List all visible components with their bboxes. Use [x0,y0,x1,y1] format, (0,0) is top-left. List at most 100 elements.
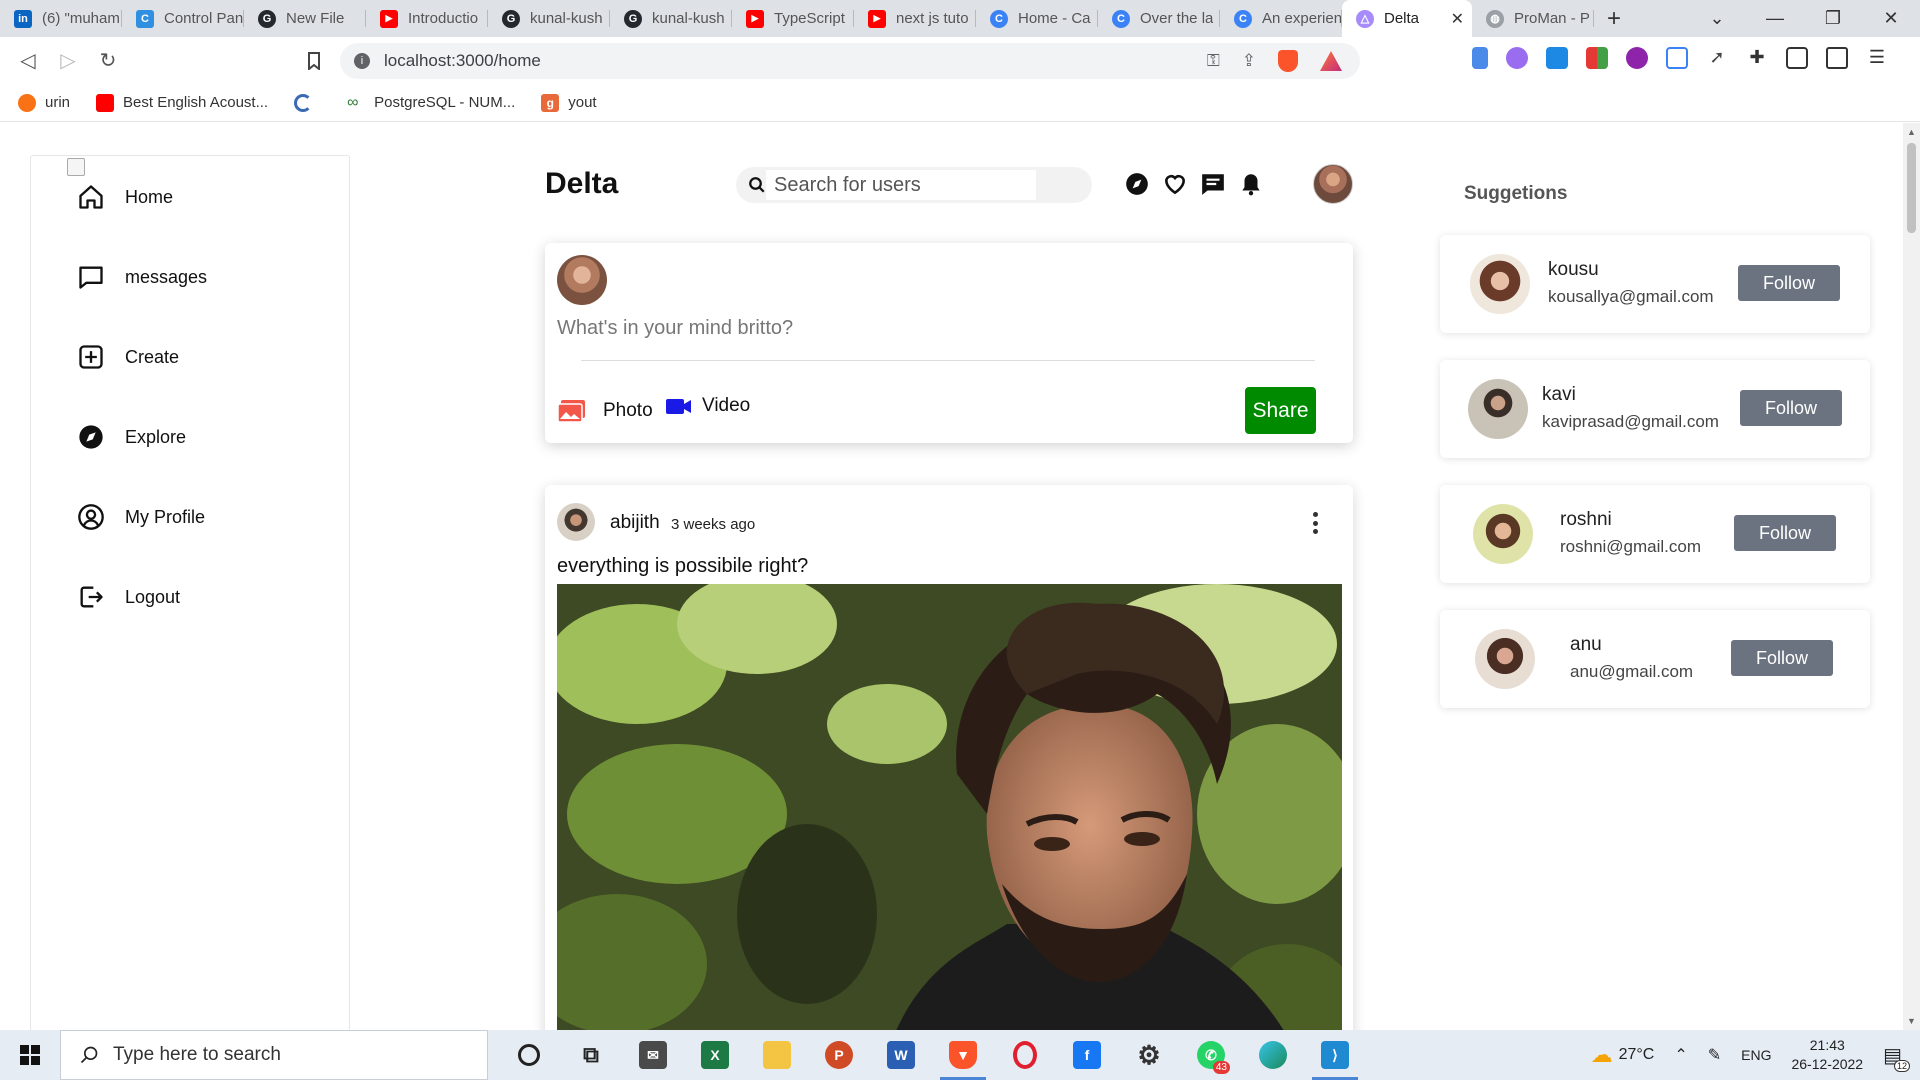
suggestion-name[interactable]: roshni [1560,509,1612,531]
suggestion-avatar[interactable] [1470,254,1530,314]
bookmark-item[interactable]: ∞ PostgreSQL - NUM... [347,94,515,112]
paint-ext-icon[interactable] [1506,47,1528,69]
follow-button[interactable]: Follow [1734,515,1836,551]
follow-button[interactable]: Follow [1731,640,1833,676]
new-tab-button[interactable]: + [1594,0,1634,37]
browser-tab[interactable]: in (6) "muham [0,0,122,37]
bookmark-item[interactable]: Best English Acoust... [96,93,268,112]
share-button[interactable]: Share [1245,387,1316,434]
suggestion-avatar[interactable] [1468,379,1528,439]
whatsapp-icon[interactable]: ✆ 43 [1180,1030,1242,1080]
brave-rewards-icon[interactable]: 2 [1320,51,1342,71]
heart-icon[interactable] [1162,171,1188,197]
sidebar-item-messages[interactable]: messages [77,260,207,294]
chat-icon[interactable] [1200,171,1226,197]
app-logo[interactable]: Delta [545,167,618,201]
share-icon[interactable]: ⇪ [1242,51,1256,71]
browser-tab[interactable]: G New File [244,0,366,37]
suggestion-name[interactable]: kavi [1542,384,1576,406]
language-indicator[interactable]: ENG [1741,1047,1771,1063]
menu-icon[interactable]: ☰ [1866,47,1888,69]
suggestion-name[interactable]: anu [1570,634,1602,656]
chevron-up-icon[interactable]: ⌃ [1674,1045,1687,1065]
sidebar-item-explore[interactable]: Explore [77,420,186,454]
taskbar-clock[interactable]: 21:43 26-12-2022 [1791,1036,1863,1074]
wallet-icon[interactable] [1826,47,1848,69]
file-explorer-icon[interactable] [746,1030,808,1080]
sidebar-item-create[interactable]: Create [77,340,179,374]
cortana-icon[interactable] [498,1030,560,1080]
scroll-up-icon[interactable]: ▲ [1907,127,1916,137]
wallet-ext-icon[interactable] [1472,47,1488,69]
post-author-name[interactable]: abijith [610,512,660,534]
grid-ext-icon[interactable] [1586,47,1608,69]
mail-icon[interactable]: ✉ [622,1030,684,1080]
suggestion-avatar[interactable] [1473,504,1533,564]
suggestion-name[interactable]: kousu [1548,259,1599,281]
post-menu-icon[interactable] [1309,509,1321,537]
download-ext-icon[interactable] [1546,47,1568,69]
tab-search-icon[interactable]: ⌄ [1688,8,1746,29]
follow-button[interactable]: Follow [1738,265,1840,301]
sidebar-toggle-icon[interactable] [1786,47,1808,69]
post-text-input[interactable] [557,317,1317,340]
puzzle-icon[interactable]: ✚ [1746,47,1768,69]
bookmark-icon[interactable] [294,41,334,81]
browser-tab[interactable]: ◍ ProMan - P [1472,0,1594,37]
pen-icon[interactable]: ✎ [1708,1045,1721,1065]
page-scrollbar[interactable]: ▲ ▼ [1903,123,1920,1030]
browser-tab[interactable]: Gkunal-kush [610,0,732,37]
word-icon[interactable]: W [870,1030,932,1080]
excel-icon[interactable]: X [684,1030,746,1080]
brave-shields-icon[interactable] [1278,50,1298,72]
scroll-down-icon[interactable]: ▼ [1907,1016,1916,1026]
restore-icon[interactable]: ❐ [1804,8,1862,29]
weather-icon[interactable]: ☁ [1591,1042,1613,1068]
close-tab-icon[interactable]: ✕ [1451,9,1464,29]
forward-icon[interactable]: ▷ [48,41,88,81]
bookmark-item[interactable]: urin [18,93,70,112]
browser-tab[interactable]: ▶ next js tuto [854,0,976,37]
browser-tab-active[interactable]: △ Delta ✕ [1342,0,1472,37]
rocket-ext-icon[interactable]: ➚ [1706,47,1728,69]
scrollbar-thumb[interactable] [1907,143,1916,233]
site-info-icon[interactable]: i [354,53,370,69]
windows-start-icon[interactable] [0,1030,60,1080]
video-option[interactable]: Video [666,395,750,417]
explore-icon[interactable] [1124,171,1150,197]
close-window-icon[interactable]: ✕ [1862,8,1920,29]
task-view-icon[interactable]: ⧉ [560,1030,622,1080]
suggestion-avatar[interactable] [1475,629,1535,689]
vscode-icon[interactable]: ⟩ [1304,1030,1366,1080]
facebook-icon[interactable]: f [1056,1030,1118,1080]
weather-temperature[interactable]: 27°C [1619,1046,1655,1064]
brave-browser-icon[interactable]: ▼ [932,1030,994,1080]
browser-tab[interactable]: C Over the la [1098,0,1220,37]
follow-button[interactable]: Follow [1740,390,1842,426]
back-icon[interactable]: ◁ [8,41,48,81]
browser-tab[interactable]: C Home - Ca [976,0,1098,37]
sidebar-item-logout[interactable]: Logout [77,580,180,614]
minimize-icon[interactable]: — [1746,8,1804,29]
powerpoint-icon[interactable]: P [808,1030,870,1080]
photo-option[interactable]: Photo [557,398,653,424]
notification-icon[interactable]: ▤ 12 [1883,1043,1910,1072]
browser-tab[interactable]: ▶ Introductio [366,0,488,37]
sidebar-item-home[interactable]: Home [77,180,173,214]
purple-ext-icon[interactable] [1626,47,1648,69]
bookmark-item[interactable]: g yout [541,93,597,112]
bookmark-item[interactable] [294,93,321,112]
address-bar[interactable]: i localhost:3000/home ⚿ ⇪ 2 [340,43,1360,79]
search-input[interactable] [766,170,1036,200]
taskbar-search[interactable]: Type here to search [60,1030,488,1080]
reload-icon[interactable]: ↻ [88,41,128,81]
browser-tab[interactable]: Gkunal-kush [488,0,610,37]
browser-tab[interactable]: C An experien [1220,0,1342,37]
bell-icon[interactable] [1238,171,1264,197]
sidebar-item-my-profile[interactable]: My Profile [77,500,205,534]
screen-ext-icon[interactable] [1666,47,1688,69]
browser-tab[interactable]: C Control Pan [122,0,244,37]
key-icon[interactable]: ⚿ [1207,51,1220,71]
post-author-avatar[interactable] [557,503,595,541]
edge-icon[interactable] [1242,1030,1304,1080]
